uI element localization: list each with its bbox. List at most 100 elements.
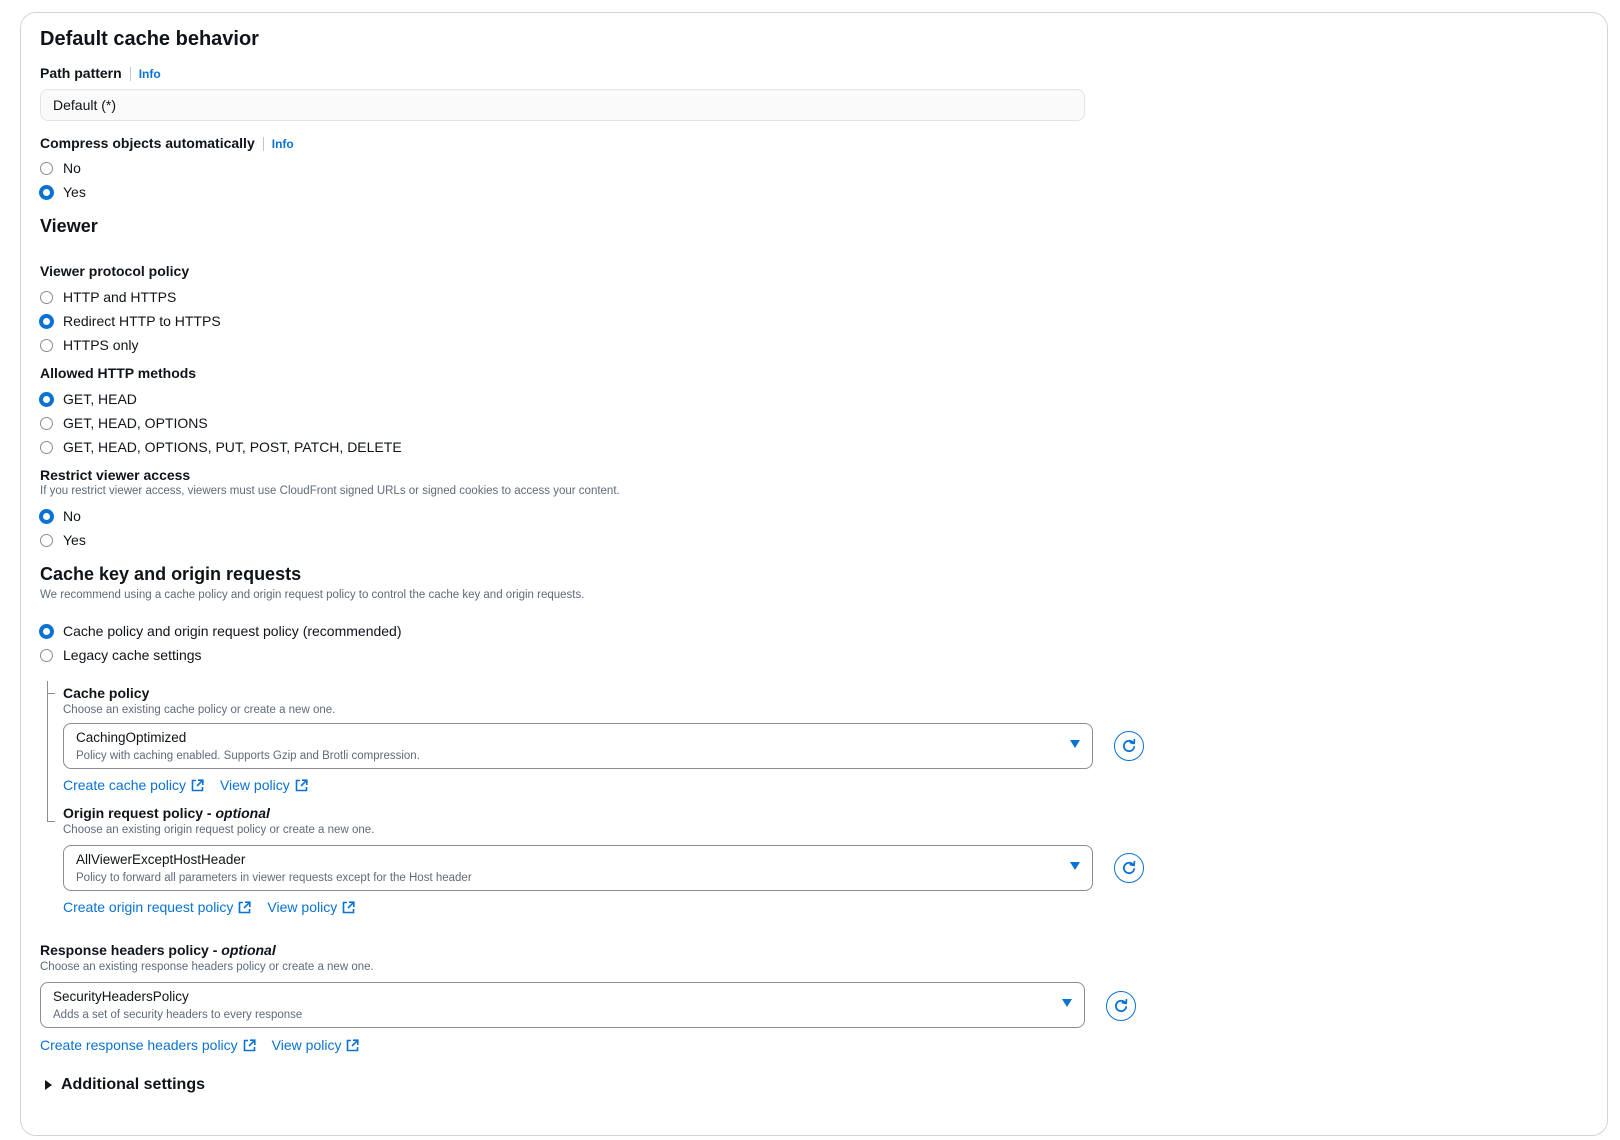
- radio-button[interactable]: [40, 533, 53, 547]
- external-link-icon: [295, 778, 308, 791]
- compress-radio-group: No Yes: [39, 157, 86, 203]
- caret-right-icon: [45, 1080, 52, 1090]
- response-headers-label: Response headers policy - optional: [40, 942, 276, 958]
- origin-policy-select[interactable]: AllViewerExceptHostHeader Policy to forw…: [63, 845, 1093, 891]
- radio-label: GET, HEAD: [63, 391, 137, 407]
- response-headers-selected-value: SecurityHeadersPolicy: [53, 989, 189, 1004]
- caret-down-icon: [1070, 740, 1080, 748]
- cache-policy-description: Choose an existing cache policy or creat…: [63, 704, 336, 716]
- radio-button[interactable]: [40, 290, 53, 304]
- create-origin-policy-link[interactable]: Create origin request policy: [63, 899, 252, 915]
- origin-policy-selected-description: Policy to forward all parameters in view…: [76, 872, 472, 884]
- response-headers-refresh-button[interactable]: [1106, 991, 1136, 1021]
- restrict-option-yes[interactable]: Yes: [40, 529, 86, 551]
- tree-connector-branch: [47, 821, 55, 822]
- response-headers-select[interactable]: SecurityHeadersPolicy Adds a set of secu…: [40, 982, 1085, 1028]
- restrict-access-label: Restrict viewer access: [40, 467, 191, 483]
- radio-label: Redirect HTTP to HTTPS: [63, 313, 221, 329]
- tree-connector-line: [47, 681, 48, 821]
- cache-policy-selected-value: CachingOptimized: [76, 730, 187, 745]
- protocol-option-https-only[interactable]: HTTPS only: [40, 334, 221, 356]
- radio-label: No: [63, 160, 81, 176]
- radio-label: HTTP and HTTPS: [63, 289, 177, 305]
- view-cache-policy-link[interactable]: View policy: [220, 777, 308, 793]
- radio-button[interactable]: [40, 648, 53, 662]
- viewer-protocol-radio-group: HTTP and HTTPS Redirect HTTP to HTTPS HT…: [39, 286, 221, 356]
- radio-label: Yes: [63, 184, 86, 200]
- cache-policy-refresh-button[interactable]: [1114, 731, 1144, 761]
- radio-button-selected[interactable]: [39, 623, 54, 639]
- cache-key-description: We recommend using a cache policy and or…: [40, 589, 585, 601]
- view-origin-policy-link-text: View policy: [267, 899, 338, 915]
- view-cache-policy-link-text: View policy: [219, 777, 290, 793]
- protocol-option-http-https[interactable]: HTTP and HTTPS: [40, 286, 221, 308]
- methods-option-all[interactable]: GET, HEAD, OPTIONS, PUT, POST, PATCH, DE…: [40, 436, 402, 458]
- external-link-icon: [347, 1038, 360, 1051]
- cache-policy-label: Cache policy: [63, 685, 150, 701]
- refresh-icon: [1123, 738, 1136, 753]
- radio-button-selected[interactable]: [39, 508, 54, 524]
- cache-key-option-policy[interactable]: Cache policy and origin request policy (…: [39, 620, 402, 642]
- compress-label: Compress objects automatically Info: [40, 135, 294, 151]
- radio-label: GET, HEAD, OPTIONS: [63, 415, 208, 431]
- radio-label: GET, HEAD, OPTIONS, PUT, POST, PATCH, DE…: [63, 439, 402, 455]
- response-headers-description: Choose an existing response headers poli…: [40, 961, 374, 973]
- optional-tag: optional: [215, 805, 270, 821]
- caret-down-icon: [1070, 862, 1080, 870]
- radio-label: Yes: [63, 532, 86, 548]
- origin-policy-links: Create origin request policy View policy: [63, 899, 355, 915]
- cache-key-option-legacy[interactable]: Legacy cache settings: [40, 644, 402, 666]
- path-pattern-info-link[interactable]: Info: [129, 67, 161, 81]
- create-cache-policy-link-text: Create cache policy: [63, 777, 186, 793]
- external-link-icon: [239, 900, 252, 913]
- create-cache-policy-link[interactable]: Create cache policy: [63, 777, 204, 793]
- compress-option-no[interactable]: No: [40, 157, 86, 179]
- response-headers-links: Create response headers policy View poli…: [40, 1037, 360, 1053]
- radio-button-selected[interactable]: [39, 184, 54, 200]
- compress-option-yes[interactable]: Yes: [39, 181, 86, 203]
- radio-label: No: [63, 508, 81, 524]
- refresh-icon: [1123, 860, 1136, 875]
- compress-info-link[interactable]: Info: [262, 137, 294, 151]
- create-response-headers-link-text: Create response headers policy: [40, 1037, 238, 1053]
- radio-label: Legacy cache settings: [63, 647, 202, 663]
- origin-policy-refresh-button[interactable]: [1114, 853, 1144, 883]
- create-origin-policy-link-text: Create origin request policy: [63, 899, 234, 915]
- protocol-option-redirect[interactable]: Redirect HTTP to HTTPS: [39, 310, 221, 332]
- caret-down-icon: [1062, 999, 1072, 1007]
- radio-button[interactable]: [40, 440, 53, 454]
- radio-button[interactable]: [40, 161, 53, 175]
- origin-policy-label: Origin request policy - optional: [63, 805, 270, 821]
- origin-policy-label-text: Origin request policy -: [63, 805, 216, 821]
- radio-button[interactable]: [40, 416, 53, 430]
- default-cache-behavior-panel: Default cache behavior Path pattern Info …: [20, 12, 1608, 1136]
- radio-button-selected[interactable]: [39, 391, 54, 407]
- restrict-access-radio-group: No Yes: [39, 505, 86, 551]
- allowed-methods-label: Allowed HTTP methods: [40, 365, 197, 381]
- view-origin-policy-link[interactable]: View policy: [267, 899, 355, 915]
- external-link-icon: [243, 1038, 256, 1051]
- methods-option-get-head-options[interactable]: GET, HEAD, OPTIONS: [40, 412, 402, 434]
- restrict-access-description: If you restrict viewer access, viewers m…: [40, 485, 620, 497]
- additional-settings-expander[interactable]: Additional settings: [45, 1076, 205, 1094]
- radio-button[interactable]: [40, 338, 53, 352]
- external-link-icon: [342, 900, 355, 913]
- origin-policy-selected-value: AllViewerExceptHostHeader: [76, 852, 246, 867]
- radio-label: Cache policy and origin request policy (…: [63, 623, 402, 639]
- radio-button-selected[interactable]: [39, 313, 54, 329]
- allowed-methods-radio-group: GET, HEAD GET, HEAD, OPTIONS GET, HEAD, …: [39, 388, 402, 458]
- path-pattern-label: Path pattern Info: [40, 65, 161, 81]
- create-response-headers-link[interactable]: Create response headers policy: [40, 1037, 256, 1053]
- path-pattern-label-text: Path pattern: [40, 65, 122, 81]
- view-response-headers-link[interactable]: View policy: [272, 1037, 360, 1053]
- cache-policy-select[interactable]: CachingOptimized Policy with caching ena…: [63, 723, 1093, 769]
- methods-option-get-head[interactable]: GET, HEAD: [39, 388, 402, 410]
- restrict-option-no[interactable]: No: [39, 505, 86, 527]
- path-pattern-field: Default (*): [40, 89, 1085, 121]
- section-title: Default cache behavior: [40, 28, 259, 50]
- cache-key-heading: Cache key and origin requests: [40, 564, 302, 584]
- viewer-protocol-label: Viewer protocol policy: [40, 263, 190, 279]
- optional-tag: optional: [221, 942, 276, 958]
- cache-key-radio-group: Cache policy and origin request policy (…: [39, 620, 402, 666]
- compress-label-text: Compress objects automatically: [40, 135, 255, 151]
